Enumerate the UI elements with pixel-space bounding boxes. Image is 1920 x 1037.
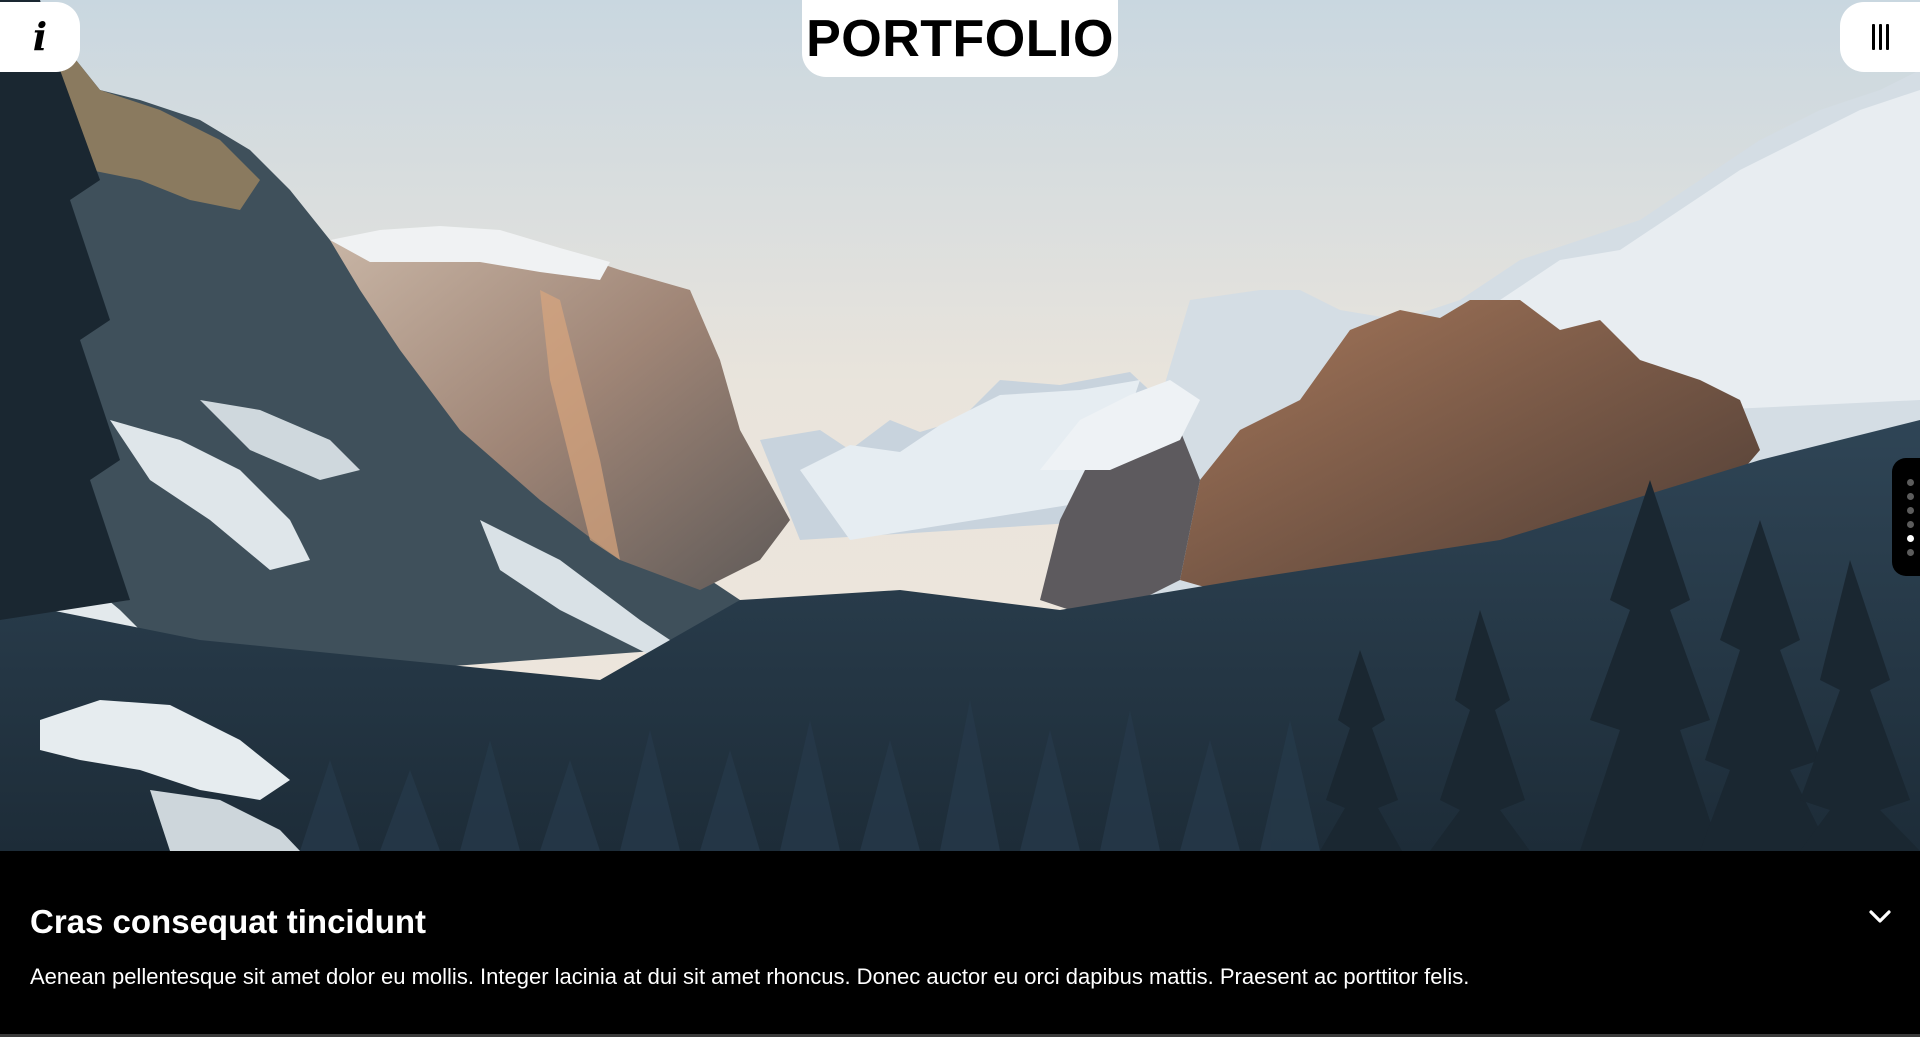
portfolio-page: i PORTFOLIO Cras consequat tincidunt Aen… [0, 0, 1920, 1037]
slide-dot-6[interactable] [1906, 548, 1914, 556]
slide-dot-1[interactable] [1906, 478, 1914, 486]
slide-dot-2[interactable] [1906, 492, 1914, 500]
slide-pagination [1892, 458, 1920, 576]
chevron-down-icon[interactable] [1866, 903, 1894, 931]
menu-button[interactable] [1840, 2, 1920, 72]
site-logo[interactable]: PORTFOLIO [802, 0, 1118, 77]
caption-title: Cras consequat tincidunt [30, 903, 427, 940]
caption-body: Aenean pellentesque sit amet dolor eu mo… [30, 964, 1470, 989]
menu-bars-icon [1871, 24, 1889, 50]
slide-dot-5[interactable] [1906, 534, 1914, 542]
mountain-valley-illustration [0, 0, 1920, 851]
caption-panel: Cras consequat tincidunt Aenean pellente… [0, 851, 1920, 1034]
slide-dot-3[interactable] [1906, 506, 1914, 514]
slide-dot-4[interactable] [1906, 520, 1914, 528]
hero-image [0, 0, 1920, 851]
info-button[interactable]: i [0, 2, 80, 72]
info-icon: i [32, 14, 48, 59]
logo-text: PORTFOLIO [806, 9, 1114, 68]
